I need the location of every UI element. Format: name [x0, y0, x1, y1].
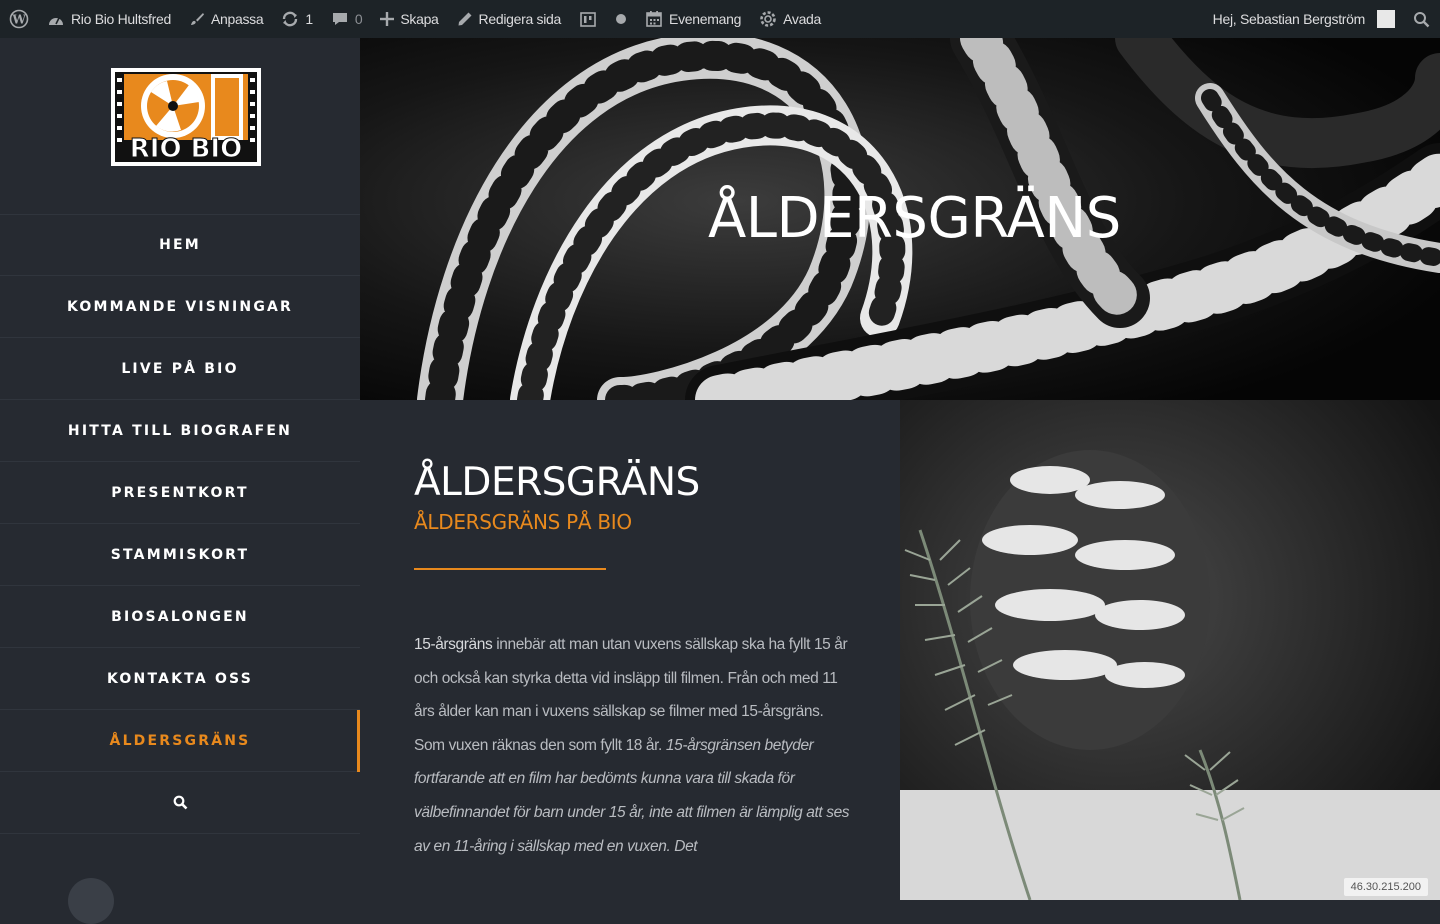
nav-item-label: LIVE PÅ BIO — [121, 360, 239, 377]
nav-item-label: ÅLDERSGRÄNS — [109, 732, 251, 749]
new-content-link[interactable]: Skapa — [371, 0, 447, 38]
nav-search-button[interactable] — [0, 772, 360, 834]
logo-text: RIO BIO — [130, 134, 242, 164]
svg-text:W: W — [11, 13, 26, 27]
pine-cone-image: 46.30.215.200 — [900, 400, 1440, 900]
content-subtitle: ÅLDERSGRÄNS PÅ BIO — [414, 510, 632, 534]
events-label: Evenemang — [669, 11, 742, 27]
search-icon — [173, 795, 188, 810]
nav-item-presentkort[interactable]: PRESENTKORT — [0, 462, 360, 524]
nav-item-label: KOMMANDE VISNINGAR — [66, 298, 294, 315]
wordpress-logo-button[interactable]: W — [0, 0, 38, 38]
nav-item-kontakta-oss[interactable]: KONTAKTA OSS — [0, 648, 360, 710]
nav-item-label: HITTA TILL BIOGRAFEN — [67, 422, 293, 439]
body-paragraph: 15-årsgräns innebär att man utan vuxens … — [414, 628, 854, 863]
brush-icon — [189, 11, 205, 27]
status-dot-link[interactable] — [606, 0, 636, 38]
nav-item-label: HEM — [159, 237, 201, 253]
title-separator — [414, 568, 606, 570]
page-title-bar: ÅLDERSGRÄNS — [360, 38, 1440, 400]
site-name-label: Rio Bio Hultsfred — [71, 11, 171, 27]
sidebar: RIO BIO HEM KOMMANDE VISNINGAR LIVE PÅ B… — [0, 38, 360, 924]
nav-item-biosalongen[interactable]: BIOSALONGEN — [0, 586, 360, 648]
greeting-label: Hej, Sebastian Bergström — [1212, 11, 1366, 27]
account-link[interactable]: Hej, Sebastian Bergström — [1204, 0, 1404, 38]
calendar-icon — [645, 10, 663, 28]
page-builder-link[interactable] — [570, 0, 606, 38]
body-italic-text: 15-årsgränsen betyder fortfarande att en… — [414, 736, 850, 855]
events-link[interactable]: Evenemang — [636, 0, 750, 38]
customize-label: Anpassa — [210, 11, 264, 27]
edit-page-link[interactable]: Redigera sida — [448, 0, 571, 38]
wordpress-icon: W — [9, 9, 29, 29]
customize-link[interactable]: Anpassa — [180, 0, 272, 38]
avatar — [1377, 10, 1395, 28]
nav-item-aldersgrans[interactable]: ÅLDERSGRÄNS — [0, 710, 360, 772]
nav-item-label: PRESENTKORT — [111, 484, 249, 501]
theme-label: Avada — [783, 11, 822, 27]
nav-item-label: BIOSALONGEN — [111, 608, 249, 625]
nav-item-hem[interactable]: HEM — [0, 214, 360, 276]
admin-search-button[interactable] — [1404, 0, 1440, 38]
new-content-label: Skapa — [400, 11, 439, 27]
dashboard-icon — [47, 11, 65, 27]
plus-icon — [380, 12, 395, 26]
body-lead: 15-årsgräns — [414, 636, 493, 653]
admin-bar: W Rio Bio Hultsfred Anpassa 1 0 Skapa Re… — [0, 0, 1440, 38]
status-dot-icon — [615, 13, 627, 25]
site-logo[interactable]: RIO BIO — [111, 68, 261, 166]
site-name-link[interactable]: Rio Bio Hultsfred — [38, 0, 180, 38]
main-navigation: HEM KOMMANDE VISNINGAR LIVE PÅ BIO HITTA… — [0, 214, 360, 834]
main-content: ÅLDERSGRÄNS ÅLDERSGRÄNS PÅ BIO 15-årsgrä… — [360, 400, 900, 900]
refresh-icon — [281, 10, 299, 28]
comments-count: 0 — [354, 11, 363, 27]
nav-item-live-pa-bio[interactable]: LIVE PÅ BIO — [0, 338, 360, 400]
nav-item-kommande-visningar[interactable]: KOMMANDE VISNINGAR — [0, 276, 360, 338]
theme-link[interactable]: Avada — [750, 0, 830, 38]
comment-icon — [331, 11, 349, 27]
back-to-top-button[interactable] — [68, 878, 114, 924]
hero-title: ÅLDERSGRÄNS — [708, 186, 1121, 251]
updates-count: 1 — [305, 11, 313, 27]
nav-item-stammiskort[interactable]: STAMMISKORT — [0, 524, 360, 586]
theme-gear-icon — [759, 10, 777, 28]
ip-address-badge: 46.30.215.200 — [1343, 878, 1428, 896]
content-title: ÅLDERSGRÄNS — [414, 460, 700, 505]
edit-page-label: Redigera sida — [478, 11, 562, 27]
comments-link[interactable]: 0 — [322, 0, 372, 38]
nav-item-label: KONTAKTA OSS — [107, 670, 253, 687]
builder-icon — [579, 10, 597, 28]
nav-item-label: STAMMISKORT — [110, 546, 250, 563]
pencil-icon — [457, 11, 473, 27]
search-icon — [1413, 11, 1430, 28]
updates-link[interactable]: 1 — [272, 0, 322, 38]
nav-item-hitta-till-biografen[interactable]: HITTA TILL BIOGRAFEN — [0, 400, 360, 462]
